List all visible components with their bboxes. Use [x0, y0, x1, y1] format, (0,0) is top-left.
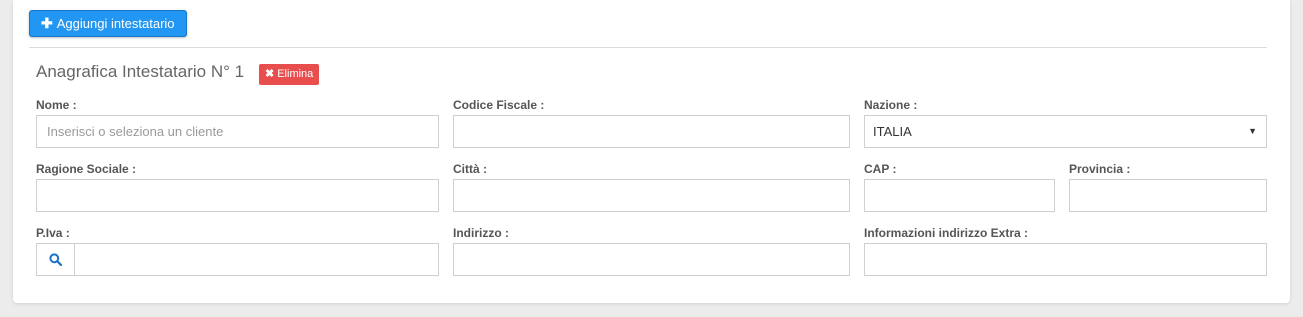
nome-input[interactable]: Inserisci o seleziona un cliente — [36, 115, 439, 148]
indirizzo-label: Indirizzo : — [453, 226, 509, 240]
citta-input[interactable] — [453, 179, 850, 212]
search-icon — [49, 253, 62, 266]
codice-fiscale-label: Codice Fiscale : — [453, 98, 545, 112]
cap-input[interactable] — [864, 179, 1055, 212]
info-extra-label: Informazioni indirizzo Extra : — [864, 226, 1029, 240]
piva-search-button[interactable] — [36, 243, 75, 276]
nome-label: Nome : — [36, 98, 77, 112]
caret-down-icon: ▼ — [1248, 126, 1257, 136]
plus-icon: ✚ — [41, 15, 53, 31]
citta-label: Città : — [453, 162, 487, 176]
intestatario-card: ✚ Aggiungi intestatario Anagrafica Intes… — [13, 0, 1290, 303]
ragione-sociale-label: Ragione Sociale : — [36, 162, 137, 176]
delete-label: Elimina — [277, 68, 314, 80]
add-intestatario-button[interactable]: ✚ Aggiungi intestatario — [29, 10, 187, 37]
provincia-input[interactable] — [1069, 179, 1267, 212]
delete-intestatario-button[interactable]: ✖ Elimina — [259, 64, 320, 85]
piva-input[interactable] — [74, 243, 439, 276]
nazione-select[interactable]: ITALIA ▼ — [864, 115, 1267, 148]
ragione-sociale-input[interactable] — [36, 179, 439, 212]
info-extra-input[interactable] — [864, 243, 1267, 276]
divider — [29, 47, 1267, 48]
add-intestatario-label: Aggiungi intestatario — [56, 16, 175, 31]
provincia-label: Provincia : — [1069, 162, 1131, 176]
nazione-value: ITALIA — [873, 124, 912, 139]
cap-label: CAP : — [864, 162, 897, 176]
codice-fiscale-input[interactable] — [453, 115, 850, 148]
piva-label: P.Iva : — [36, 226, 70, 240]
nazione-label: Nazione : — [864, 98, 918, 112]
close-icon: ✖ — [265, 68, 275, 80]
section-title: Anagrafica Intestatario N° 1 — [36, 62, 245, 81]
indirizzo-input[interactable] — [453, 243, 850, 276]
